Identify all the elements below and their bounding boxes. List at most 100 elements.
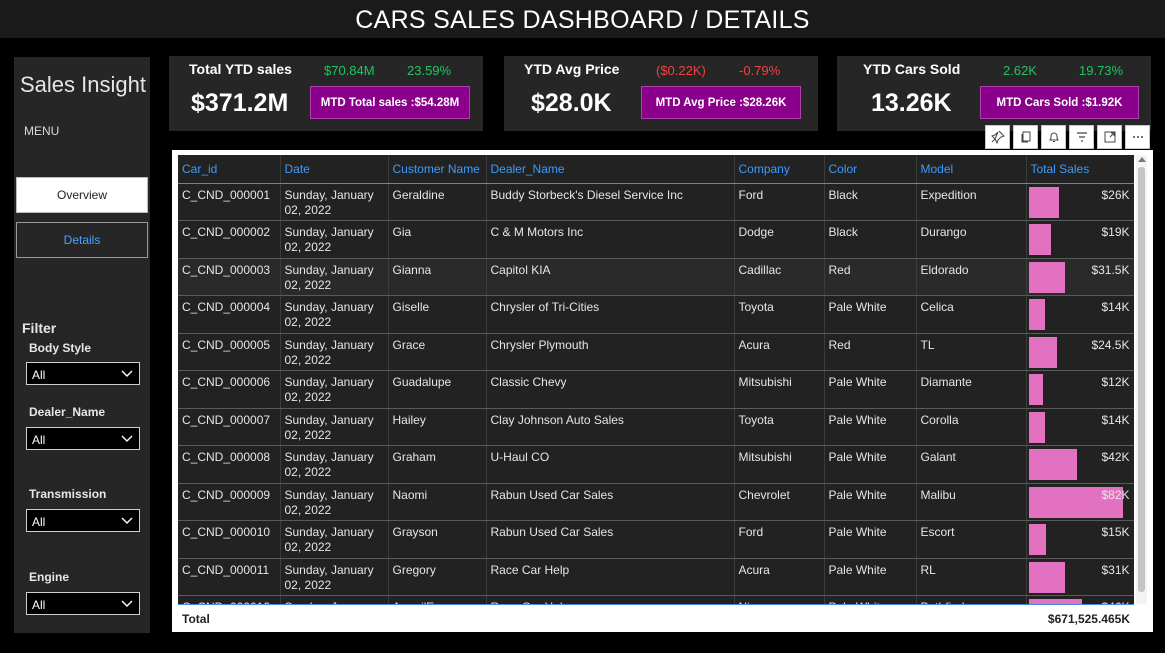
column-header-dealer-name[interactable]: Dealer_Name (486, 155, 735, 184)
total-sales-cell: $31K (1026, 558, 1134, 596)
alert-bell-icon[interactable] (1041, 125, 1066, 149)
car-id-cell: C_CND_000006 (178, 370, 281, 409)
customer-name-cell: Gregory (388, 558, 487, 596)
date-cell: Sunday, January 02, 2022 (280, 558, 389, 596)
sales-bar (1028, 411, 1045, 443)
table-row[interactable]: C_CND_000008 Sunday, January 02, 2022 Grah… (178, 445, 1134, 484)
date-cell: Sunday, January 02, 2022 (280, 520, 389, 559)
sales-value: $12K (1101, 375, 1130, 389)
table-scroll-area[interactable]: Car_id Date Customer Name Dealer_Name Co… (178, 155, 1134, 604)
column-header-company[interactable]: Company (734, 155, 825, 184)
customer-name-cell: Hailey (388, 408, 487, 446)
company-cell: Mitsubishi (734, 445, 825, 484)
kpi-value: 13.26K (871, 89, 952, 117)
dealer-name-cell: C & M Motors Inc (486, 220, 735, 259)
sales-value: $19K (1101, 225, 1130, 239)
total-sales-cell: $19K (1026, 220, 1134, 259)
company-cell: Cadillac (734, 258, 825, 296)
kpi-change-abs: $70.84M (324, 63, 375, 78)
focus-mode-icon[interactable] (1097, 125, 1122, 149)
table-total-row: Total $671,525.465K (178, 604, 1134, 632)
dealer-name-cell: Rabun Used Car Sales (486, 483, 735, 521)
kpi-label: YTD Cars Sold (863, 61, 961, 77)
model-cell: Durango (916, 220, 1027, 259)
kpi-card-total-ytd-sales: Total YTD sales $70.84M 23.59% $371.2M M… (169, 56, 483, 131)
column-header-customer-name[interactable]: Customer Name (388, 155, 487, 184)
date-cell: Sunday, January 02, 2022 (280, 408, 389, 446)
color-cell: Black (824, 183, 917, 221)
table-row[interactable]: C_CND_000011 Sunday, January 02, 2022 Greg… (178, 558, 1134, 596)
total-sales-cell: $15K (1026, 520, 1134, 559)
kpi-card-ytd-avg-price: YTD Avg Price ($0.22K) -0.79% $28.0K MTD… (504, 56, 818, 131)
model-cell: Diamante (916, 370, 1027, 409)
filter-icon[interactable] (1069, 125, 1094, 149)
column-header-color[interactable]: Color (824, 155, 917, 184)
column-header-total-sales[interactable]: Total Sales (1026, 155, 1134, 184)
transmission-label: Transmission (29, 487, 107, 501)
date-cell: Sunday, January 02, 2022 (280, 295, 389, 334)
total-value: $671,525.465K (1047, 612, 1130, 626)
dealer-name-cell: Capitol KIA (486, 258, 735, 296)
date-cell: Sunday, January 02, 2022 (280, 483, 389, 521)
sales-value: $82K (1101, 487, 1130, 502)
column-header-car-id[interactable]: Car_id (178, 155, 281, 184)
total-sales-cell: $12K (1026, 370, 1134, 409)
table-row[interactable]: C_CND_000006 Sunday, January 02, 2022 Guad… (178, 370, 1134, 409)
pin-icon[interactable] (985, 125, 1010, 149)
copy-icon[interactable] (1013, 125, 1038, 149)
color-cell: Pale White (824, 595, 917, 604)
company-cell: Toyota (734, 295, 825, 334)
kpi-label: Total YTD sales (189, 61, 292, 77)
overview-button[interactable]: Overview (16, 177, 148, 213)
details-button[interactable]: Details (16, 222, 148, 258)
sales-bar (1028, 224, 1051, 255)
sales-bar (1028, 299, 1045, 330)
company-cell: Ford (734, 520, 825, 559)
table-row[interactable]: C_CND_000012Sunday, January 02, 2022Amar… (178, 595, 1134, 604)
column-header-date[interactable]: Date (280, 155, 389, 184)
dealer-name-cell: Race Car Help (486, 558, 735, 596)
kpi-change-pct: -0.79% (739, 63, 781, 78)
engine-dropdown[interactable]: All (26, 592, 140, 615)
sales-bar (1028, 449, 1077, 480)
customer-name-cell: Grayson (388, 520, 487, 559)
color-cell: Black (824, 220, 917, 259)
customer-name-cell: Guadalupe (388, 370, 487, 409)
table-row[interactable]: C_CND_000010 Sunday, January 02, 2022 Gray… (178, 520, 1134, 559)
date-cell: Sunday, January 02, 2022 (280, 333, 389, 371)
table-row[interactable]: C_CND_000007 Sunday, January 02, 2022 Hail… (178, 408, 1134, 446)
customer-name-cell: Grace (388, 333, 487, 371)
model-cell: RL (916, 558, 1027, 596)
table-row[interactable]: C_CND_000003 Sunday, January 02, 2022 Gian… (178, 258, 1134, 296)
total-sales-cell: $31.5K (1026, 258, 1134, 296)
column-header-model[interactable]: Model (916, 155, 1027, 184)
dealer-name-cell: Race Car Help (486, 595, 735, 604)
vertical-scrollbar[interactable] (1136, 155, 1147, 604)
more-options-icon[interactable] (1125, 125, 1150, 149)
scroll-up-arrow-icon[interactable] (1138, 157, 1146, 162)
table-row[interactable]: C_CND_000001 Sunday, January 02, 2022 Gera… (178, 183, 1134, 221)
dealer-name-value: All (32, 433, 46, 447)
transmission-dropdown[interactable]: All (26, 509, 140, 532)
color-cell: Pale White (824, 520, 917, 559)
body-style-label: Body Style (29, 341, 92, 355)
car-id-cell: C_CND_000003 (178, 258, 281, 296)
car-id-cell: C_CND_000008 (178, 445, 281, 484)
dealer-name-dropdown[interactable]: All (26, 427, 140, 450)
scrollbar-thumb[interactable] (1138, 167, 1145, 592)
mtd-badge: MTD Cars Sold :$1.92K (980, 86, 1139, 119)
total-sales-cell: $42K (1026, 445, 1134, 484)
car-id-cell: C_CND_000005 (178, 333, 281, 371)
table-row[interactable]: C_CND_000009 Sunday, January 02, 2022 Naom… (178, 483, 1134, 521)
date-cell: Sunday, January 02, 2022 (280, 370, 389, 409)
kpi-change-abs: 2.62K (1003, 63, 1037, 78)
total-sales-cell: $14K (1026, 295, 1134, 334)
company-cell: Acura (734, 333, 825, 371)
color-cell: Pale White (824, 370, 917, 409)
table-row[interactable]: C_CND_000002 Sunday, January 02, 2022 Gia C… (178, 220, 1134, 259)
table-row[interactable]: C_CND_000005 Sunday, January 02, 2022 Grac… (178, 333, 1134, 371)
model-cell: Pathfinder (916, 595, 1027, 604)
sales-value: $42K (1101, 450, 1130, 464)
table-row[interactable]: C_CND_000004 Sunday, January 02, 2022 Gise… (178, 295, 1134, 334)
body-style-dropdown[interactable]: All (26, 362, 140, 385)
